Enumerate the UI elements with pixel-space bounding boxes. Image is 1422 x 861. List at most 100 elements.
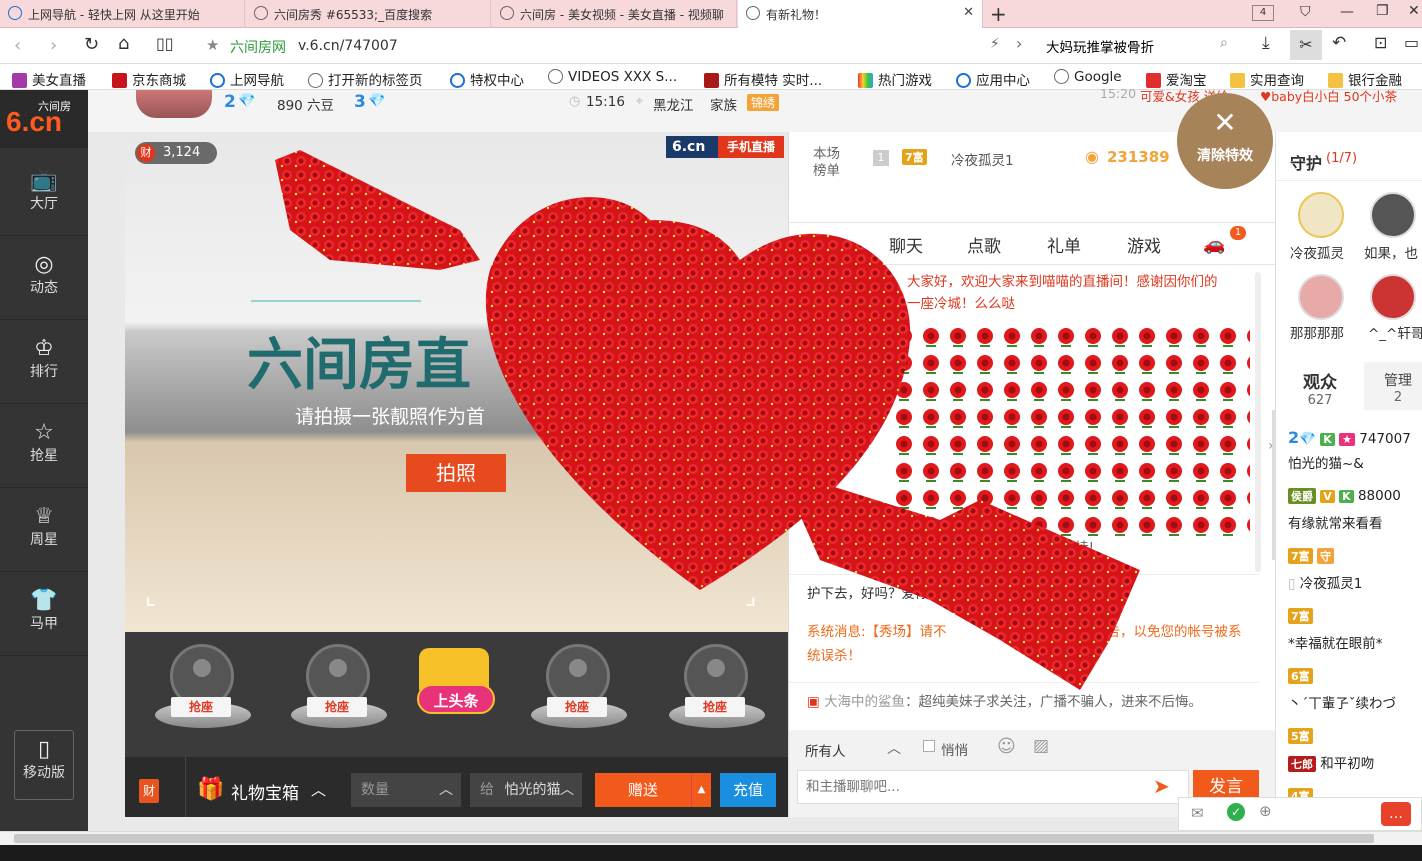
emoji-icon[interactable]: ☺ [997, 736, 1016, 757]
recipient-select[interactable]: 给 怕光的猫 ︿ [470, 773, 582, 807]
new-tab-button[interactable]: + [990, 2, 1007, 26]
scissors-icon[interactable]: ✂ [1290, 30, 1322, 60]
headline-button[interactable]: 上头条 [417, 646, 495, 732]
seat[interactable]: 抢座 [145, 642, 255, 742]
zoom-icon[interactable]: ⊕ [1259, 802, 1272, 820]
audience-row[interactable]: 侯爵 V K 88000 [1288, 488, 1422, 504]
search-input[interactable] [1046, 34, 1236, 58]
gift-box-label[interactable]: 礼物宝箱 [231, 779, 299, 804]
audience-name[interactable]: 怕光的猫~& [1288, 452, 1422, 472]
chevron-up-icon[interactable]: ︿ [311, 779, 326, 800]
wealth-icon[interactable]: 财 [139, 779, 159, 803]
audience-row[interactable]: 2💎 K ★ 747007 [1288, 428, 1422, 447]
seat[interactable]: 抢座 [281, 642, 391, 742]
home-icon[interactable]: ⌂ [118, 33, 129, 54]
horizontal-scrollbar[interactable] [0, 831, 1422, 845]
tab-admin[interactable]: 管理 2 [1368, 362, 1422, 410]
image-icon[interactable]: ▨ [1033, 736, 1049, 756]
guard-avatar[interactable] [1298, 274, 1344, 320]
guard-avatar[interactable] [1298, 192, 1344, 238]
undo-icon[interactable]: ↶ [1332, 33, 1346, 53]
recipient-select[interactable]: 所有人 [805, 740, 846, 760]
bookmark-item[interactable]: 上网导航 [210, 69, 284, 89]
check-icon[interactable]: ✓ [1227, 803, 1245, 821]
caret-up-icon[interactable]: ▲ [691, 773, 711, 807]
reader-icon[interactable]: ▯▯ [156, 34, 174, 53]
site-logo[interactable]: 六间房 6.cn [0, 90, 88, 148]
chevron-up-icon[interactable]: ︿ [887, 738, 901, 758]
audience-name[interactable]: *幸福就在眼前* [1288, 632, 1422, 652]
menu-icon[interactable]: ▭ [1404, 33, 1419, 52]
video-player[interactable]: 财 3,124 6.cn 手机直播 六间房直 请拍摄一张靓照作为首 拍照 ⌞ ⌟ [125, 132, 788, 632]
guard-member[interactable]: 那那那那 [1290, 322, 1344, 342]
clear-effects-button[interactable]: ✕ 清除特效 [1177, 93, 1273, 189]
shirt-icon[interactable]: ⛉ [1300, 4, 1311, 20]
take-photo-button[interactable]: 拍照 [406, 454, 506, 492]
mail-icon[interactable]: ✉ [1191, 804, 1204, 822]
nav-vest[interactable]: 👕 马甲 [0, 572, 88, 656]
audience-name[interactable]: 七郎 和平初吻 [1288, 752, 1422, 772]
ranking-toggle[interactable]: 本场 榜单 [813, 146, 840, 180]
refresh-icon[interactable]: ↻ [84, 34, 99, 55]
close-tab-icon[interactable]: ✕ [963, 5, 974, 20]
bookmark-item[interactable]: 所有模特 实时... [704, 69, 822, 89]
nav-grab-star[interactable]: ☆ 抢星 [0, 404, 88, 488]
nav-mobile[interactable]: ▯ 移动版 [14, 730, 74, 800]
chat-scrollbar[interactable] [1255, 272, 1261, 572]
audience-scrollbar[interactable] [1272, 410, 1276, 560]
bookmark-item[interactable]: 热门游戏 [858, 69, 932, 89]
chat-input[interactable] [797, 770, 1189, 804]
top-user-name[interactable]: 冷夜孤灵1 [951, 149, 1014, 169]
seat[interactable]: 抢座 [521, 642, 631, 742]
browser-tab-2[interactable]: 六间房秀 #65533;_百度搜索 [246, 0, 491, 28]
tab-count-badge[interactable]: 4 [1252, 5, 1274, 21]
tab-chat[interactable]: 聊天 [889, 232, 923, 257]
url-input[interactable] [298, 34, 978, 58]
star-bookmark-icon[interactable]: ★ [206, 36, 219, 54]
bookmark-item[interactable]: 京东商城 [112, 69, 186, 89]
back-icon[interactable]: ‹ [14, 35, 21, 56]
send-gift-button[interactable]: 赠送 [595, 773, 691, 807]
minimize-icon[interactable]: — [1340, 4, 1354, 20]
browser-tab-1[interactable]: 上网导航 - 轻快上网 从这里开始 [0, 0, 245, 28]
search-icon[interactable]: ⌕ [1220, 35, 1228, 51]
download-icon[interactable]: ⤓ [1262, 33, 1270, 53]
tab-game[interactable]: 游戏 [1127, 232, 1161, 257]
nav-weekly-star[interactable]: ♕ 周星 [0, 488, 88, 572]
nav-hall[interactable]: 📺 大厅 [0, 152, 88, 236]
tab-song[interactable]: 点歌 [967, 232, 1001, 257]
avatar[interactable] [136, 90, 212, 118]
quantity-input[interactable]: 数量 ︿ [351, 773, 461, 807]
tab-audience[interactable]: 观众 627 [1276, 362, 1364, 410]
chevron-right-icon[interactable]: › [1016, 34, 1022, 53]
bookmark-item[interactable]: 打开新的标签页 [308, 69, 423, 89]
scrollbar-thumb[interactable] [14, 834, 1374, 843]
audience-name[interactable]: 有缘就常来看看 [1288, 512, 1422, 532]
bag-icon[interactable]: ⊡ [1374, 33, 1387, 52]
bookmark-item[interactable]: 应用中心 [956, 69, 1030, 89]
bookmark-item[interactable]: 美女直播 [12, 69, 86, 89]
close-window-icon[interactable]: ✕ [1408, 3, 1420, 19]
browser-tab-3[interactable]: 六间房 - 美女视频 - 美女直播 - 视频聊 [492, 0, 737, 28]
audience-name[interactable]: ▯ 冷夜孤灵1 [1288, 572, 1422, 592]
guard-member[interactable]: 冷夜孤灵 [1290, 242, 1344, 262]
recharge-button[interactable]: 充值 [720, 773, 776, 807]
nav-dynamic[interactable]: ◎ 动态 [0, 236, 88, 320]
forward-icon[interactable]: › [50, 35, 57, 56]
whisper-checkbox[interactable] [923, 740, 935, 752]
audience-row[interactable]: 7富 守 [1288, 548, 1422, 564]
audience-row[interactable]: 7富 [1288, 608, 1422, 624]
browser-tab-4[interactable]: 有新礼物！ ✕ [738, 0, 983, 28]
audience-row[interactable]: 6富 [1288, 668, 1422, 684]
lightning-icon[interactable]: ⚡ [990, 36, 1000, 52]
audience-row[interactable]: 5富 [1288, 728, 1422, 744]
guard-member[interactable]: ^_^轩哥 [1368, 322, 1422, 342]
tab-gift-list[interactable]: 礼单 [1047, 232, 1081, 257]
car-icon[interactable]: 🚗 [1203, 234, 1225, 255]
guard-avatar[interactable] [1370, 192, 1416, 238]
nav-ranking[interactable]: ♔ 排行 [0, 320, 88, 404]
seat[interactable]: 抢座 [659, 642, 769, 742]
maximize-icon[interactable]: ❐ [1376, 3, 1389, 19]
bookmark-item[interactable]: 特权中心 [450, 69, 524, 89]
bookmark-item[interactable]: VIDEOS XXX S... [548, 69, 677, 85]
